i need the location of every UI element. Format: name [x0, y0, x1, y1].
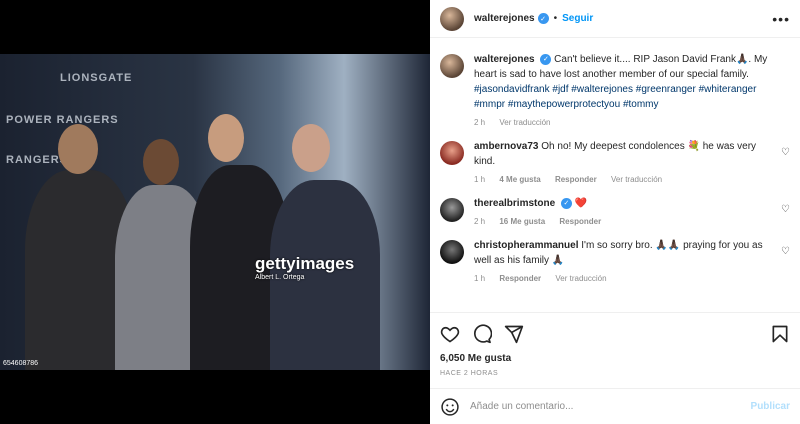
comment-item: ambernova73 Oh no! My deepest condolence…: [430, 139, 800, 184]
verified-icon: ✓: [540, 53, 552, 65]
getty-watermark: gettyimages Albert L. Ortega: [255, 254, 355, 281]
comment-text: christopherammanuel I'm so sorry bro. 🙏🏿…: [474, 238, 790, 268]
bookmark-icon[interactable]: [770, 324, 790, 344]
comment-item: christopherammanuel I'm so sorry bro. 🙏🏿…: [430, 238, 800, 283]
heart-icon[interactable]: ♡: [781, 246, 790, 257]
avatar[interactable]: [440, 54, 464, 78]
caption: walterejones ✓ Can't believe it.... RIP …: [430, 52, 800, 127]
caption-username[interactable]: walterejones: [474, 54, 535, 65]
photo-id: 654608786: [3, 360, 39, 367]
translate-button[interactable]: Ver traducción: [611, 175, 662, 184]
add-comment-bar: Añade un comentario... Publicar: [430, 388, 800, 424]
header-username[interactable]: walterejones: [474, 13, 535, 24]
heart-icon[interactable]: [440, 324, 460, 344]
reply-button[interactable]: Responder: [559, 217, 601, 226]
post-actions: 6,050 Me gusta HACE 2 HORAS: [430, 312, 800, 377]
caption-hashtags[interactable]: #jasondavidfrank #jdf #walterejones #gre…: [474, 84, 756, 110]
comment-username[interactable]: ambernova73: [474, 141, 538, 152]
post-timestamp: HACE 2 HORAS: [440, 370, 499, 377]
comments-list: walterejones ✓ Can't believe it.... RIP …: [430, 44, 800, 312]
action-icons: [440, 319, 790, 349]
verified-icon: ✓: [537, 13, 549, 24]
person-4-head: [292, 124, 330, 172]
heart-icon[interactable]: ♡: [781, 147, 790, 158]
comment-text: therealbrimstone ✓ ❤️: [474, 196, 613, 211]
person-3-head: [208, 114, 244, 162]
reply-button[interactable]: Responder: [555, 175, 597, 184]
comment-username[interactable]: therealbrimstone: [474, 198, 555, 209]
translate-button[interactable]: Ver traducción: [555, 274, 606, 283]
comment-username[interactable]: christopherammanuel: [474, 240, 578, 251]
avatar[interactable]: [440, 141, 464, 165]
share-icon[interactable]: [504, 324, 524, 344]
follow-button[interactable]: Seguir: [562, 13, 593, 24]
person-2-head: [143, 139, 179, 185]
comment-meta: 1 h 4 Me gusta Responder Ver traducción: [474, 175, 790, 184]
comment-time: 1 h: [474, 175, 486, 184]
caption-time: 2 h: [474, 118, 486, 127]
backdrop-power-rangers: POWER RANGERS: [6, 114, 119, 126]
publish-button[interactable]: Publicar: [751, 401, 790, 412]
reply-button[interactable]: Responder: [499, 274, 541, 283]
avatar[interactable]: [440, 198, 464, 222]
verified-icon: ✓: [560, 197, 572, 209]
backdrop-lionsgate: LIONSGATE: [60, 72, 133, 84]
comment-body: ❤️: [574, 198, 588, 209]
avatar[interactable]: [440, 6, 464, 31]
comment-icon[interactable]: [472, 324, 492, 344]
comment-likes[interactable]: 16 Me gusta: [499, 217, 545, 226]
comment-item: therealbrimstone ✓ ❤️ 2 h 16 Me gusta Re…: [430, 196, 800, 226]
media-panel: LIONSGATE POWER RANGERS RANGERS gettyima…: [0, 0, 430, 424]
avatar[interactable]: [440, 240, 464, 264]
separator: •: [553, 13, 558, 24]
comment-meta: 1 h Responder Ver traducción: [474, 274, 790, 283]
post-sidebar: walterejones ✓ • Seguir ••• walterejones…: [430, 0, 800, 424]
likes-count[interactable]: 6,050 Me gusta: [440, 353, 790, 364]
heart-icon[interactable]: ♡: [781, 204, 790, 215]
caption-translate[interactable]: Ver traducción: [499, 118, 550, 127]
caption-text: walterejones ✓ Can't believe it.... RIP …: [474, 52, 790, 112]
comment-time: 1 h: [474, 274, 486, 283]
comment-likes[interactable]: 4 Me gusta: [499, 175, 540, 184]
comment-input[interactable]: Añade un comentario...: [470, 401, 573, 412]
comment-meta: 2 h 16 Me gusta Responder: [474, 217, 613, 226]
comment-time: 2 h: [474, 217, 486, 226]
comment-text: ambernova73 Oh no! My deepest condolence…: [474, 139, 790, 169]
post-photo[interactable]: LIONSGATE POWER RANGERS RANGERS gettyima…: [0, 54, 430, 370]
caption-meta: 2 h Ver traducción: [474, 118, 790, 127]
post-header: walterejones ✓ • Seguir •••: [430, 0, 800, 38]
emoji-icon[interactable]: [440, 397, 460, 417]
person-1-head: [58, 124, 98, 174]
more-icon[interactable]: •••: [772, 11, 790, 27]
